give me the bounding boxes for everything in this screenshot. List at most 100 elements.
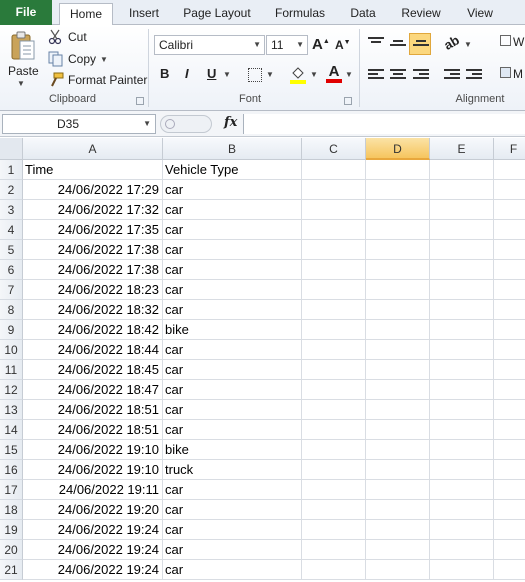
tab-file[interactable]: File xyxy=(0,0,52,25)
cell-f16[interactable] xyxy=(494,460,525,480)
cell-e2[interactable] xyxy=(430,180,494,200)
cell-e11[interactable] xyxy=(430,360,494,380)
increase-indent-icon[interactable] xyxy=(466,69,482,83)
row-header[interactable]: 15 xyxy=(0,440,23,460)
worksheet-grid[interactable]: A B C D E F 1 Time Vehicle Type 2 24/06/2022 17:29… xyxy=(0,138,525,582)
cell-b12[interactable]: car xyxy=(163,380,302,400)
cell-e9[interactable] xyxy=(430,320,494,340)
cell-f2[interactable] xyxy=(494,180,525,200)
cell-c7[interactable] xyxy=(302,280,366,300)
cell-f5[interactable] xyxy=(494,240,525,260)
font-dialog-launcher[interactable] xyxy=(344,97,352,105)
cell-f19[interactable] xyxy=(494,520,525,540)
row-header[interactable]: 5 xyxy=(0,240,23,260)
cell-c21[interactable] xyxy=(302,560,366,580)
cell-a15[interactable]: 24/06/2022 19:10 xyxy=(23,440,163,460)
cell-e17[interactable] xyxy=(430,480,494,500)
cell-d15[interactable] xyxy=(366,440,430,460)
cell-d9[interactable] xyxy=(366,320,430,340)
chevron-down-icon[interactable]: ▼ xyxy=(143,115,151,133)
cell-c1[interactable] xyxy=(302,160,366,180)
cell-f3[interactable] xyxy=(494,200,525,220)
cell-f20[interactable] xyxy=(494,540,525,560)
cell-a6[interactable]: 24/06/2022 17:38 xyxy=(23,260,163,280)
cell-f6[interactable] xyxy=(494,260,525,280)
cell-e19[interactable] xyxy=(430,520,494,540)
cell-d13[interactable] xyxy=(366,400,430,420)
cell-c20[interactable] xyxy=(302,540,366,560)
cell-c12[interactable] xyxy=(302,380,366,400)
name-box[interactable]: D35 ▼ xyxy=(2,114,156,134)
bottom-align-button[interactable] xyxy=(409,33,431,55)
cell-a19[interactable]: 24/06/2022 19:24 xyxy=(23,520,163,540)
cell-b7[interactable]: car xyxy=(163,280,302,300)
row-header[interactable]: 14 xyxy=(0,420,23,440)
cell-b13[interactable]: car xyxy=(163,400,302,420)
cell-a18[interactable]: 24/06/2022 19:20 xyxy=(23,500,163,520)
cut-button[interactable]: Cut xyxy=(48,29,87,45)
cell-a8[interactable]: 24/06/2022 18:32 xyxy=(23,300,163,320)
cell-e3[interactable] xyxy=(430,200,494,220)
insert-function-button[interactable]: fx xyxy=(224,115,237,130)
column-header-f[interactable]: F xyxy=(494,138,525,160)
cell-a5[interactable]: 24/06/2022 17:38 xyxy=(23,240,163,260)
cell-a1[interactable]: Time xyxy=(23,160,163,180)
cell-d17[interactable] xyxy=(366,480,430,500)
cell-c6[interactable] xyxy=(302,260,366,280)
column-header-a[interactable]: A xyxy=(23,138,163,160)
cell-d1[interactable] xyxy=(366,160,430,180)
tab-data[interactable]: Data xyxy=(343,3,383,25)
cell-a4[interactable]: 24/06/2022 17:35 xyxy=(23,220,163,240)
cell-d18[interactable] xyxy=(366,500,430,520)
cell-f12[interactable] xyxy=(494,380,525,400)
cell-b2[interactable]: car xyxy=(163,180,302,200)
cell-e4[interactable] xyxy=(430,220,494,240)
row-header[interactable]: 13 xyxy=(0,400,23,420)
cell-e13[interactable] xyxy=(430,400,494,420)
cell-f15[interactable] xyxy=(494,440,525,460)
column-header-e[interactable]: E xyxy=(430,138,494,160)
cell-a14[interactable]: 24/06/2022 18:51 xyxy=(23,420,163,440)
borders-icon[interactable] xyxy=(248,68,262,82)
cell-b11[interactable]: car xyxy=(163,360,302,380)
wrap-text-button[interactable]: W xyxy=(500,35,525,49)
cell-f14[interactable] xyxy=(494,420,525,440)
cell-c5[interactable] xyxy=(302,240,366,260)
row-header[interactable]: 4 xyxy=(0,220,23,240)
cell-a2[interactable]: 24/06/2022 17:29 xyxy=(23,180,163,200)
font-color-button[interactable]: A xyxy=(326,63,342,85)
cell-e15[interactable] xyxy=(430,440,494,460)
merge-center-button[interactable]: M xyxy=(500,67,525,81)
row-header[interactable]: 17 xyxy=(0,480,23,500)
tab-formulas[interactable]: Formulas xyxy=(270,3,330,25)
cell-b14[interactable]: car xyxy=(163,420,302,440)
cell-f13[interactable] xyxy=(494,400,525,420)
row-header[interactable]: 11 xyxy=(0,360,23,380)
tab-insert[interactable]: Insert xyxy=(122,3,166,25)
cell-b21[interactable]: car xyxy=(163,560,302,580)
row-header[interactable]: 6 xyxy=(0,260,23,280)
paste-dropdown-icon[interactable]: ▼ xyxy=(17,79,25,88)
cell-d10[interactable] xyxy=(366,340,430,360)
cell-e20[interactable] xyxy=(430,540,494,560)
tab-page-layout[interactable]: Page Layout xyxy=(180,3,254,25)
cell-c13[interactable] xyxy=(302,400,366,420)
row-header[interactable]: 3 xyxy=(0,200,23,220)
cell-f18[interactable] xyxy=(494,500,525,520)
cell-c2[interactable] xyxy=(302,180,366,200)
cell-a16[interactable]: 24/06/2022 19:10 xyxy=(23,460,163,480)
underline-button[interactable]: U xyxy=(207,66,216,81)
cell-c19[interactable] xyxy=(302,520,366,540)
format-painter-button[interactable]: Format Painter xyxy=(48,72,147,88)
orientation-icon[interactable]: ab xyxy=(441,32,462,53)
cell-a13[interactable]: 24/06/2022 18:51 xyxy=(23,400,163,420)
cell-a7[interactable]: 24/06/2022 18:23 xyxy=(23,280,163,300)
cell-b8[interactable]: car xyxy=(163,300,302,320)
bold-button[interactable]: B xyxy=(160,66,169,81)
cell-c15[interactable] xyxy=(302,440,366,460)
align-center-icon[interactable] xyxy=(390,69,406,83)
row-header[interactable]: 12 xyxy=(0,380,23,400)
formula-bar-divider-handle[interactable] xyxy=(160,115,212,133)
cell-b6[interactable]: car xyxy=(163,260,302,280)
row-header[interactable]: 2 xyxy=(0,180,23,200)
